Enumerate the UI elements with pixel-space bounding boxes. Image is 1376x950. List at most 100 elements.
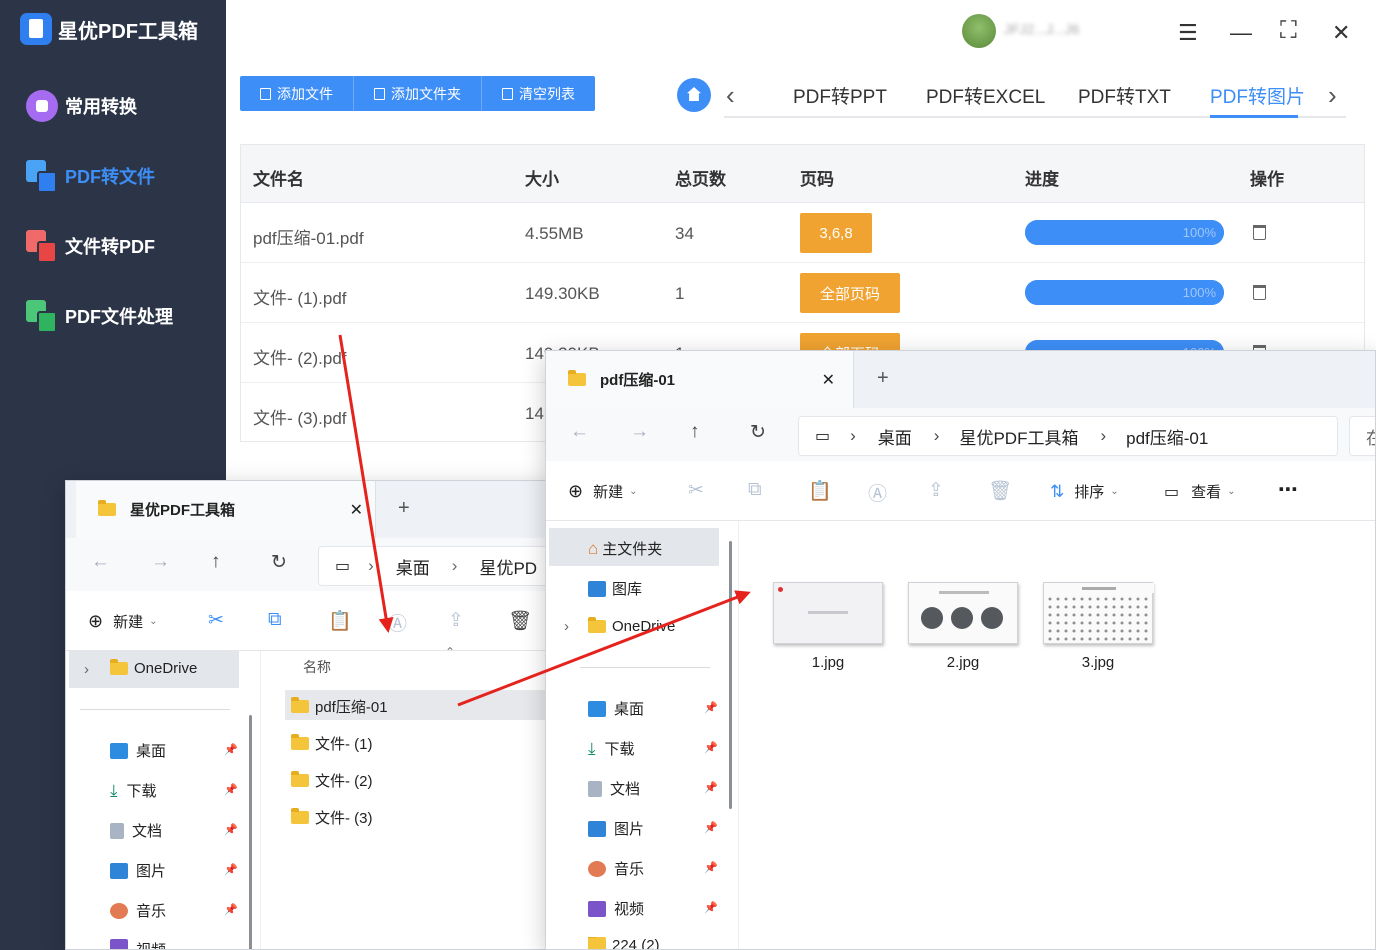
tab-pdf-to-excel[interactable]: PDF转EXCEL [926,82,1045,109]
home-icon[interactable] [677,78,711,112]
table-row[interactable]: pdf压缩-01.pdf 4.55MB 34 3,6,8 100% [241,203,1364,263]
nav-item-downloads[interactable]: ⤓ 下载 [588,738,635,759]
breadcrumb-item[interactable]: 桌面 [878,424,912,449]
list-item[interactable]: pdf压缩-01 [291,696,388,717]
search-box[interactable]: 在 [1349,416,1375,456]
file-name[interactable]: 2.jpg [908,654,1018,671]
clear-list-button[interactable]: 清空列表 [482,76,595,111]
copy-icon[interactable]: ⧉ [268,609,282,631]
new-button[interactable]: ⊕ 新建 ⌄ [568,481,638,502]
delete-icon[interactable] [1253,285,1266,300]
list-item[interactable]: 文件- (2) [291,770,373,791]
tab-next-arrow[interactable]: › [1328,80,1337,111]
settings-icon[interactable]: ☰ [1178,20,1198,46]
add-file-button[interactable]: 添加文件 [240,76,354,111]
copy-icon[interactable]: ⧉ [748,479,762,501]
nav-scrollbar[interactable] [729,541,732,809]
sort-button[interactable]: ⇅ 排序 ⌄ [1050,481,1119,502]
delete-icon[interactable]: 🗑 [508,609,532,633]
share-icon[interactable]: ⇪ [448,609,464,632]
up-arrow-icon[interactable]: ↑ [690,421,700,443]
new-button[interactable]: ⊕ 新建 ⌄ [88,611,158,632]
nav-item-downloads[interactable]: ⤓ 下载 [110,780,157,801]
table-row[interactable]: 文件- (1).pdf 149.30KB 1 全部页码 100% [241,263,1364,323]
paste-icon[interactable]: 📋 [328,609,352,633]
pin-icon[interactable]: 📌 [704,781,718,794]
close-tab-icon[interactable]: ✕ [350,500,363,520]
nav-item-home[interactable]: ⌂ 主文件夹 [588,538,662,559]
nav-item-desktop[interactable]: 桌面 [110,740,166,761]
sidebar-item-file-to-pdf[interactable]: 文件转PDF [26,230,155,263]
refresh-icon[interactable]: ↻ [271,551,287,574]
nav-item-music[interactable]: 音乐 [110,900,166,921]
delete-icon[interactable] [1253,225,1266,240]
file-name[interactable]: 1.jpg [773,654,883,671]
image-thumbnail-1[interactable] [773,582,883,644]
tab-pdf-to-txt[interactable]: PDF转TXT [1078,82,1171,109]
paste-icon[interactable]: 📋 [808,479,832,503]
pin-icon[interactable]: 📌 [224,903,238,916]
rename-icon[interactable]: Ⓐ [868,479,887,506]
nav-item-documents[interactable]: 文档 [588,778,640,799]
close-tab-icon[interactable]: ✕ [822,370,835,390]
pin-icon[interactable]: 📌 [704,821,718,834]
expand-chevron-icon[interactable]: › [84,661,89,678]
nav-item-onedrive[interactable]: OneDrive [588,617,675,635]
sidebar-item-common-convert[interactable]: 常用转换 [26,90,137,122]
address-bar[interactable]: ▭ › 桌面 › 星优PDF工具箱 › pdf压缩-01 [798,416,1338,456]
pin-icon[interactable]: 📌 [704,741,718,754]
image-thumbnail-2[interactable] [908,582,1018,644]
nav-item-music[interactable]: 音乐 [588,858,644,879]
nav-scrollbar[interactable] [249,715,252,949]
cut-icon[interactable]: ✂ [208,609,224,632]
nav-item-videos[interactable]: 视频 [110,939,166,949]
cut-icon[interactable]: ✂ [688,479,704,502]
back-arrow-icon[interactable]: ← [91,551,110,573]
pin-icon[interactable]: 📌 [224,783,238,796]
explorer-tab[interactable]: pdf压缩-01 ✕ [546,351,854,408]
maximize-icon[interactable]: ⛶ [1280,17,1297,45]
new-tab-icon[interactable]: + [398,497,410,520]
pin-icon[interactable]: 📌 [704,701,718,714]
list-item[interactable]: 文件- (3) [291,807,373,828]
forward-arrow-icon[interactable]: → [151,551,170,573]
pin-icon[interactable]: 📌 [224,823,238,836]
more-options-icon[interactable]: ⋯ [1278,477,1298,502]
image-thumbnail-3[interactable] [1043,582,1154,644]
share-icon[interactable]: ⇪ [928,479,944,502]
up-arrow-icon[interactable]: ↑ [211,551,221,573]
new-tab-icon[interactable]: + [877,367,889,390]
rename-icon[interactable]: Ⓐ [388,609,407,636]
breadcrumb-item[interactable]: 星优PDF工具箱 [959,424,1078,449]
minimize-icon[interactable]: — [1230,20,1252,46]
nav-item-desktop[interactable]: 桌面 [588,698,644,719]
tab-pdf-to-image[interactable]: PDF转图片 [1210,82,1305,109]
add-folder-button[interactable]: 添加文件夹 [354,76,482,111]
nav-item-videos[interactable]: 视频 [588,898,644,919]
refresh-icon[interactable]: ↻ [750,421,766,444]
file-name[interactable]: 3.jpg [1043,654,1153,671]
pin-icon[interactable]: 📌 [704,901,718,914]
nav-item-folder-224[interactable]: 224 (2) [588,937,660,949]
expand-chevron-icon[interactable]: › [564,618,569,635]
sidebar-item-pdf-to-file[interactable]: PDF转文件 [26,160,155,193]
explorer-tab[interactable]: 星优PDF工具箱 ✕ [76,481,376,538]
breadcrumb-item[interactable]: pdf压缩-01 [1126,424,1208,449]
breadcrumb-item[interactable]: 桌面 [396,554,430,579]
page-code-badge[interactable]: 3,6,8 [800,213,872,253]
list-item[interactable]: 文件- (1) [291,733,373,754]
address-bar[interactable]: ▭ › 桌面 › 星优PD [318,546,554,586]
nav-item-onedrive[interactable]: OneDrive [110,659,197,677]
nav-item-gallery[interactable]: 图库 [588,578,642,599]
nav-item-documents[interactable]: 文档 [110,820,162,841]
column-header-name[interactable]: 名称 [303,657,331,677]
pin-icon[interactable]: 📌 [704,861,718,874]
tab-pdf-to-ppt[interactable]: PDF转PPT [793,82,887,109]
nav-item-pictures[interactable]: 图片 [110,860,166,881]
sidebar-item-pdf-process[interactable]: PDF文件处理 [26,300,173,333]
delete-icon[interactable]: 🗑 [988,479,1012,503]
pin-icon[interactable]: 📌 [224,863,238,876]
page-code-badge[interactable]: 全部页码 [800,273,900,313]
breadcrumb-item[interactable]: 星优PD [479,554,537,579]
avatar[interactable] [962,14,996,48]
